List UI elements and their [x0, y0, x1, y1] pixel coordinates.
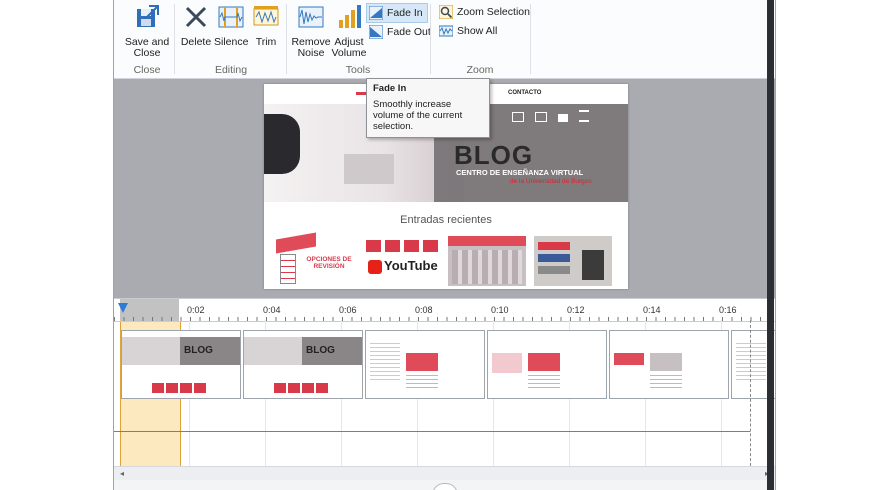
video-frame-thumb[interactable]: BLOG	[121, 330, 241, 399]
volume-icon	[339, 5, 361, 28]
fade-out-button[interactable]: Fade Out	[367, 23, 435, 41]
zoom-icon	[439, 5, 453, 19]
tooltip-title: Fade In	[373, 83, 407, 94]
recent-posts-heading: Entradas recientes	[400, 214, 492, 226]
video-frame-thumb[interactable]: BLOG	[243, 330, 363, 399]
blog-subtitle-university: de la Universidad de Burgos	[510, 178, 592, 185]
save-close-label: Save and Close	[124, 36, 170, 59]
blog-title: BLOG	[454, 140, 534, 170]
youtube-logo-mark	[368, 260, 382, 274]
post-card-4	[534, 236, 612, 286]
delete-icon	[185, 6, 207, 28]
trim-label: Trim	[255, 36, 277, 48]
sign-2	[538, 254, 570, 262]
sign-1	[538, 242, 570, 250]
nav-contact: CONTACTO	[508, 90, 542, 96]
show-all-button[interactable]: Show All	[437, 22, 501, 40]
show-all-label: Show All	[457, 25, 498, 37]
post-card-2: YouTube	[364, 236, 440, 286]
fade-out-icon	[369, 25, 383, 39]
tick-label: 0:14	[643, 305, 661, 315]
delete-label: Delete	[180, 36, 212, 48]
tick-label: 0:16	[719, 305, 737, 315]
status-bar	[114, 480, 775, 490]
show-all-icon	[439, 25, 453, 37]
tick-label: 0:08	[415, 305, 433, 315]
save-close-button[interactable]: Save and Close	[124, 4, 170, 59]
post-card-3	[448, 236, 526, 286]
time-ruler[interactable]: 0:02 0:04 0:06 0:08 0:10 0:12 0:14 0:16	[114, 298, 775, 322]
scroll-left-arrow-icon[interactable]: ◂	[120, 469, 124, 478]
save-close-icon	[137, 5, 159, 27]
video-frame-thumb[interactable]	[365, 330, 485, 399]
sign-3	[538, 266, 570, 274]
fade-in-tooltip: Fade In Smoothly increase volume of the …	[366, 78, 490, 138]
silence-label: Silence	[214, 36, 249, 48]
fade-out-label: Fade Out	[387, 26, 431, 38]
camera-image	[582, 250, 604, 280]
tick-label: 0:04	[263, 305, 281, 315]
tooltip-body: Smoothly increase volume of the current …	[373, 99, 463, 132]
separator	[530, 4, 531, 74]
remove-noise-icon	[298, 6, 324, 28]
timeline: 0:02 0:04 0:06 0:08 0:10 0:12 0:14 0:16 …	[114, 298, 775, 490]
ribbon: Save and Close Close Delete Silence Trim…	[114, 0, 775, 79]
card-ribbon	[276, 232, 316, 254]
fade-in-label: Fade In	[387, 7, 423, 19]
group-label-tools: Tools	[345, 64, 371, 76]
separator	[286, 4, 287, 74]
silence-button[interactable]: Silence	[214, 4, 248, 48]
editor-window: Save and Close Close Delete Silence Trim…	[113, 0, 776, 490]
trim-button[interactable]: Trim	[249, 4, 283, 48]
card2-icons	[366, 240, 438, 252]
hero-icon-row	[512, 110, 604, 122]
separator	[430, 4, 431, 74]
group-photo	[452, 250, 522, 284]
playhead-marker[interactable]	[118, 303, 128, 313]
end-marker	[750, 320, 752, 466]
tick-label: 0:10	[491, 305, 509, 315]
group-label-editing: Editing	[214, 64, 248, 76]
zoom-selection-button[interactable]: Zoom Selection	[437, 3, 534, 21]
post-card-1: OPCIONES DE REVISIÓN	[276, 232, 356, 286]
silence-icon	[218, 6, 244, 28]
tick-label: 0:12	[567, 305, 585, 315]
fade-in-icon	[369, 6, 383, 20]
video-frame-thumb[interactable]	[487, 330, 607, 399]
hero-detail	[344, 154, 394, 184]
adjust-volume-button[interactable]: Adjust Volume	[331, 4, 367, 59]
tick-label: 0:06	[339, 305, 357, 315]
checklist-image	[280, 254, 296, 284]
separator	[174, 4, 175, 74]
microphone-image	[264, 114, 300, 174]
group-label-close: Close	[133, 64, 161, 76]
card1-title: OPCIONES DE REVISIÓN	[306, 256, 352, 270]
zoom-selection-label: Zoom Selection	[457, 6, 530, 18]
trim-icon	[253, 6, 279, 26]
audio-track-line	[114, 431, 750, 432]
delete-button[interactable]: Delete	[179, 4, 213, 48]
window-edge	[767, 0, 774, 490]
video-frame-thumb[interactable]	[609, 330, 729, 399]
group-label-zoom: Zoom	[466, 64, 494, 76]
adjust-volume-label: Adjust Volume	[331, 36, 367, 59]
remove-noise-button[interactable]: Remove Noise	[291, 4, 331, 59]
blog-subtitle: CENTRO DE ENSEÑANZA VIRTUAL	[456, 168, 584, 177]
tick-label: 0:02	[187, 305, 205, 315]
fade-in-button[interactable]: Fade In	[366, 3, 428, 23]
horizontal-scrollbar[interactable]: ◂ ▸	[114, 466, 775, 481]
remove-noise-label: Remove Noise	[291, 36, 331, 59]
scroll-handle-icon[interactable]	[432, 483, 458, 490]
card2-title: YouTube	[384, 258, 438, 273]
